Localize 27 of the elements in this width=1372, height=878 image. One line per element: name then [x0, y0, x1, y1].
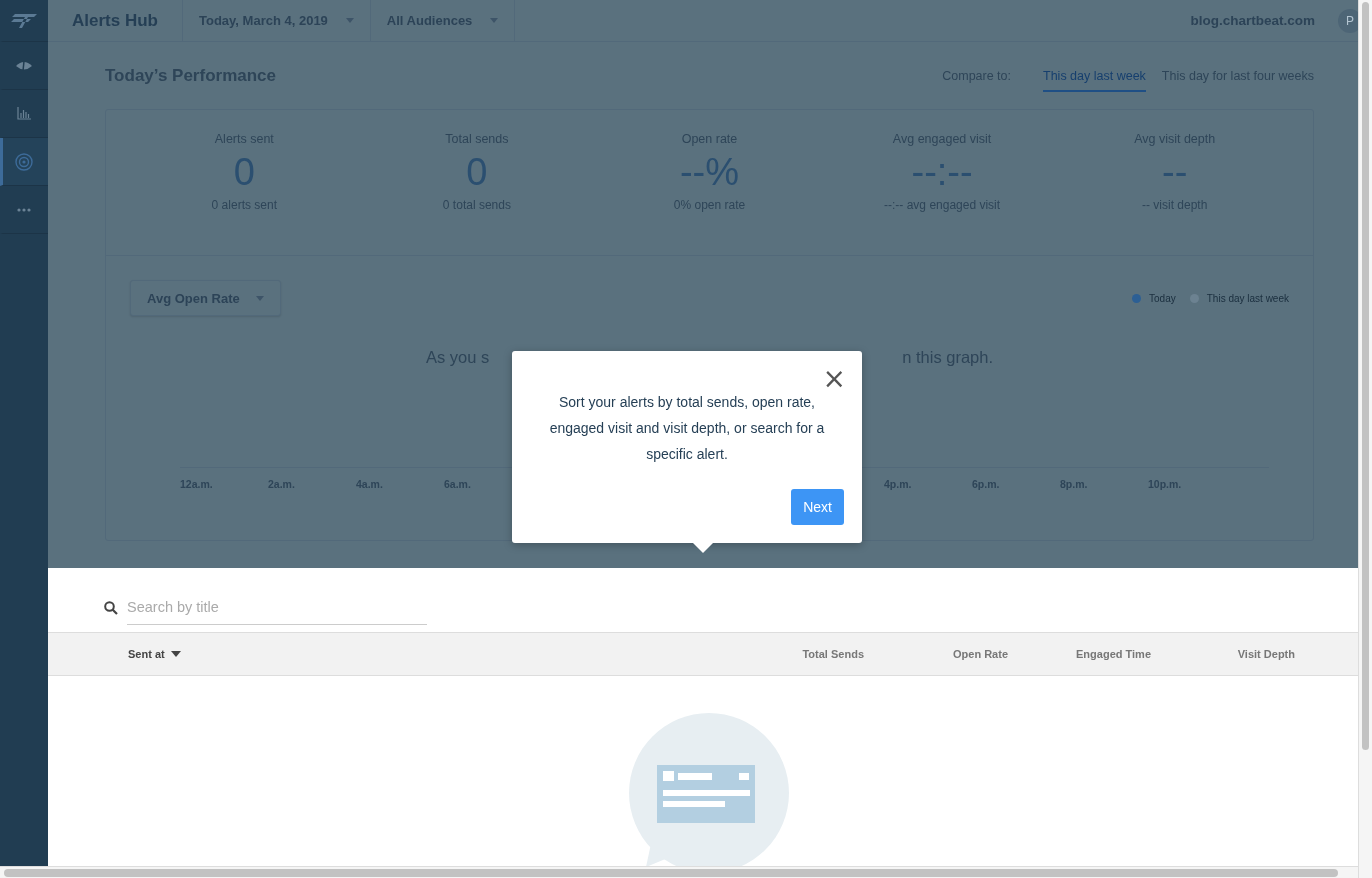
- scrollbar[interactable]: [1358, 0, 1372, 878]
- nav-item[interactable]: [0, 138, 48, 186]
- scrollbar[interactable]: [0, 866, 1358, 878]
- next-button[interactable]: Next: [791, 489, 844, 525]
- caret-icon: [490, 18, 499, 23]
- more-icon: [17, 207, 31, 212]
- stat-value: --%: [679, 150, 740, 195]
- popover-text: Sort your alerts by total sends, open rate, engaged visit and visit depth, or search for a specific alert.: [548, 393, 826, 464]
- sort-arrow-icon: [170, 651, 181, 657]
- eye-icon: [15, 60, 33, 71]
- column-header[interactable]: Total Sends: [784, 648, 864, 660]
- column-header[interactable]: Engaged Time: [1008, 648, 1151, 660]
- stat-value: --:--: [911, 150, 973, 195]
- column-header[interactable]: Sent at: [128, 648, 784, 660]
- logo-icon: [11, 13, 37, 28]
- search-icon: [104, 601, 118, 615]
- compare-tab[interactable]: This day last week: [1043, 60, 1146, 92]
- caret-icon: [255, 295, 264, 301]
- legend-label: Today: [1149, 292, 1176, 304]
- legend-label: This day last week: [1206, 292, 1289, 304]
- target-icon: [15, 152, 33, 171]
- stat-value: --: [1162, 150, 1188, 195]
- caret-icon: [345, 18, 354, 23]
- close-button[interactable]: ×: [822, 365, 846, 393]
- column-header[interactable]: Visit Depth: [1151, 648, 1295, 660]
- column-header[interactable]: Open Rate: [864, 648, 1008, 660]
- bar-chart-icon: [17, 107, 31, 120]
